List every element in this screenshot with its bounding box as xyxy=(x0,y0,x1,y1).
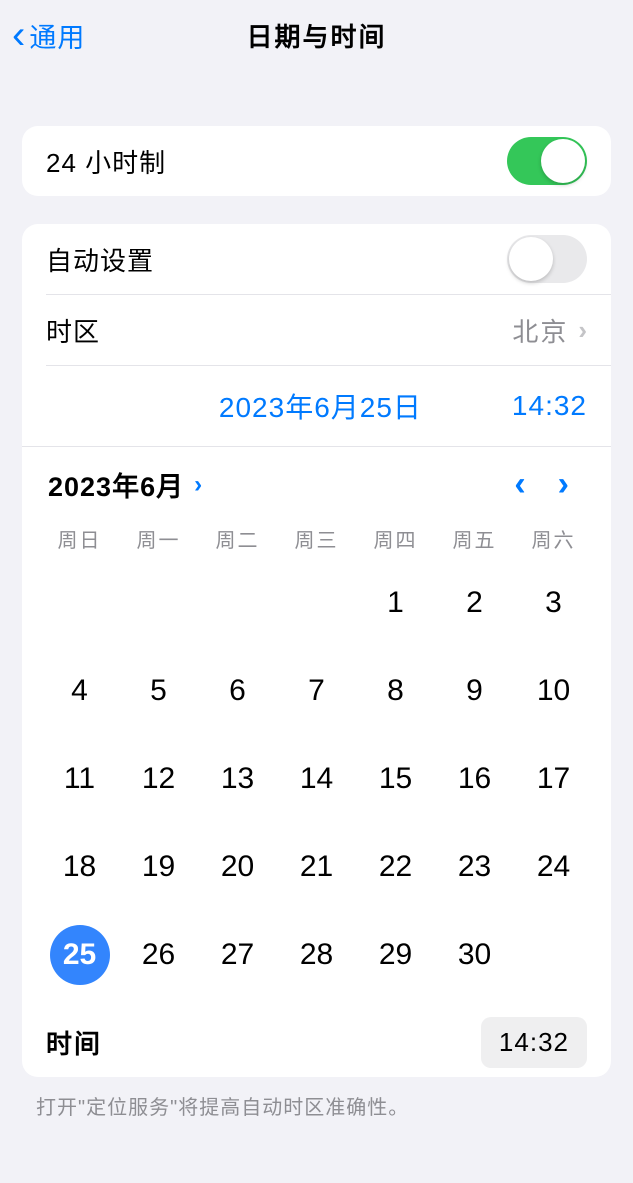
calendar-day[interactable]: 6 xyxy=(198,661,277,721)
calendar-day[interactable]: 8 xyxy=(356,661,435,721)
calendar-day[interactable]: 14 xyxy=(277,749,356,809)
calendar-day[interactable]: 17 xyxy=(514,749,593,809)
calendar-day[interactable]: 30 xyxy=(435,925,514,985)
footer-note: 打开"定位服务"将提高自动时区准确性。 xyxy=(0,1077,633,1134)
calendar-day[interactable]: 2 xyxy=(435,573,514,633)
24h-label: 24 小时制 xyxy=(46,143,166,180)
next-month-button[interactable]: › xyxy=(542,465,585,504)
calendar-day[interactable]: 22 xyxy=(356,837,435,897)
auto-set-label: 自动设置 xyxy=(46,241,154,278)
calendar-day[interactable]: 20 xyxy=(198,837,277,897)
weekday-header: 周日 xyxy=(40,518,119,559)
chevron-right-icon: › xyxy=(578,315,587,346)
weekday-header: 周二 xyxy=(198,518,277,559)
calendar-day[interactable]: 7 xyxy=(277,661,356,721)
calendar-day[interactable]: 4 xyxy=(40,661,119,721)
calendar-day[interactable]: 13 xyxy=(198,749,277,809)
calendar-day[interactable]: 18 xyxy=(40,837,119,897)
selected-date-button[interactable]: 2023年6月25日 xyxy=(219,386,422,426)
24h-toggle[interactable] xyxy=(507,137,587,185)
back-button[interactable]: ‹ 通用 xyxy=(12,15,85,55)
weekday-header: 周三 xyxy=(277,518,356,559)
calendar-day[interactable]: 19 xyxy=(119,837,198,897)
timezone-row[interactable]: 时区 北京 › xyxy=(22,295,611,365)
calendar-day[interactable]: 25 xyxy=(40,925,119,985)
calendar-day[interactable]: 12 xyxy=(119,749,198,809)
weekday-header: 周一 xyxy=(119,518,198,559)
calendar-day[interactable]: 5 xyxy=(119,661,198,721)
prev-month-button[interactable]: ‹ xyxy=(498,465,541,504)
calendar-day[interactable]: 21 xyxy=(277,837,356,897)
month-label: 2023年6月 xyxy=(48,465,184,504)
calendar-empty-cell xyxy=(198,573,277,633)
calendar-empty-cell xyxy=(119,573,198,633)
selected-time-button[interactable]: 14:32 xyxy=(512,390,587,422)
calendar-day[interactable]: 10 xyxy=(514,661,593,721)
calendar-day[interactable]: 16 xyxy=(435,749,514,809)
chevron-right-icon: › xyxy=(194,471,202,499)
back-label: 通用 xyxy=(29,16,85,55)
calendar-day[interactable]: 24 xyxy=(514,837,593,897)
calendar-day[interactable]: 28 xyxy=(277,925,356,985)
calendar-empty-cell xyxy=(277,573,356,633)
timezone-value: 北京 xyxy=(512,312,568,349)
calendar-day[interactable]: 26 xyxy=(119,925,198,985)
month-picker-button[interactable]: 2023年6月 › xyxy=(48,465,202,504)
weekday-header: 周五 xyxy=(435,518,514,559)
time-label: 时间 xyxy=(46,1024,102,1061)
calendar-day[interactable]: 9 xyxy=(435,661,514,721)
page-title: 日期与时间 xyxy=(246,17,386,54)
calendar-day[interactable]: 15 xyxy=(356,749,435,809)
weekday-header: 周六 xyxy=(514,518,593,559)
calendar-day[interactable]: 27 xyxy=(198,925,277,985)
auto-set-toggle[interactable] xyxy=(507,235,587,283)
calendar-day[interactable]: 3 xyxy=(514,573,593,633)
calendar-day[interactable]: 23 xyxy=(435,837,514,897)
calendar-day[interactable]: 11 xyxy=(40,749,119,809)
weekday-header: 周四 xyxy=(356,518,435,559)
calendar-empty-cell xyxy=(40,573,119,633)
timezone-label: 时区 xyxy=(46,312,100,349)
calendar-day[interactable]: 29 xyxy=(356,925,435,985)
time-picker-button[interactable]: 14:32 xyxy=(481,1017,587,1068)
chevron-left-icon: ‹ xyxy=(12,15,25,55)
calendar-day[interactable]: 1 xyxy=(356,573,435,633)
